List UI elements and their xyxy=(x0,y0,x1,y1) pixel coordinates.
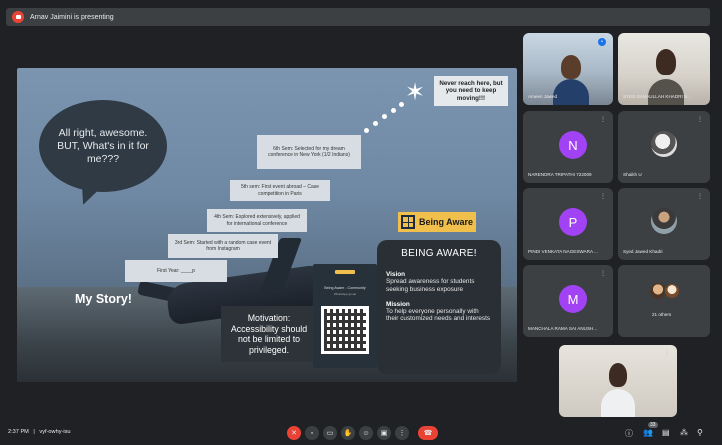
more-icon: ⋮ xyxy=(697,194,703,200)
info-icon[interactable]: ⓘ xyxy=(625,428,633,439)
presenting-banner: Arnav Jaimini is presenting xyxy=(6,8,710,26)
raise-hand-button[interactable]: ✋ xyxy=(341,426,355,440)
bottom-toolbar: 2:37 PM | vyf-owhy-isu ✕ ▫ ▭ ✋ ☺ ▣ ⋮ ☎ ⓘ… xyxy=(0,421,722,445)
path-dot xyxy=(364,128,369,133)
participant-avatar: M xyxy=(559,285,587,313)
participant-tile[interactable]: ⋮ N NARENDRA TRIPATHI 722009 xyxy=(523,111,613,183)
step-first-year: First Year: ____p xyxy=(125,260,227,282)
participant-video xyxy=(656,49,676,75)
chat-icon[interactable]: ▤ xyxy=(662,428,670,437)
other-avatar xyxy=(664,283,680,299)
captions-button[interactable]: ▭ xyxy=(323,426,337,440)
step-5th-sem: 5th sem: First event abroad – Case compe… xyxy=(230,180,330,201)
reactions-button[interactable]: ☺ xyxy=(359,426,373,440)
more-icon: ⋮ xyxy=(600,117,606,123)
more-icon: ⋮ xyxy=(664,351,670,357)
others-count: 21 others xyxy=(652,312,672,317)
step-3rd-sem: 3rd Sem: Started with a random case even… xyxy=(168,234,278,258)
participant-name: PINDI VENKATA NAGESWARA ... xyxy=(528,249,598,254)
participant-avatar: P xyxy=(559,208,587,236)
vision-label: Vision xyxy=(386,271,406,278)
path-dot xyxy=(391,108,396,113)
participant-avatar xyxy=(651,208,677,234)
meeting-code: vyf-owhy-isu xyxy=(39,429,71,435)
presentation-slide: All right, awesome. BUT, What's in it fo… xyxy=(17,68,517,382)
activities-icon[interactable]: ⁂ xyxy=(680,428,688,437)
mission-text: To help everyone personally with their c… xyxy=(386,307,491,323)
participant-name: Ameen Jawed xyxy=(528,94,558,99)
more-icon: ⋮ xyxy=(697,117,703,123)
qr-code xyxy=(321,306,369,354)
more-icon: ⋮ xyxy=(600,271,606,277)
top-note: Never reach here, but you need to keep m… xyxy=(434,76,508,106)
presenting-text: Arnav Jaimini is presenting xyxy=(30,13,114,21)
people-icon[interactable]: 👥 xyxy=(643,428,653,437)
qr-title: Being Aware - Community xyxy=(324,286,366,290)
participant-tile-video[interactable]: • Ameen Jawed xyxy=(523,33,613,105)
host-controls-icon[interactable]: ⚲ xyxy=(697,428,703,437)
participant-count-badge: 33 xyxy=(648,422,658,428)
present-button[interactable]: ▣ xyxy=(377,426,391,440)
participant-name: Shaikh U xyxy=(623,172,642,177)
participant-tile[interactable]: ⋮ M MANCHALA RAMA SAI ANUSH... xyxy=(523,265,613,337)
leave-call-button[interactable]: ☎ xyxy=(418,426,438,440)
self-video xyxy=(609,363,627,387)
qr-subtitle: WhatsApp group xyxy=(333,292,357,296)
participant-tile[interactable]: ⋮ Syed Jawed Khadri xyxy=(618,188,710,260)
qr-card: Being Aware - Community WhatsApp group xyxy=(313,264,377,368)
participant-video xyxy=(561,55,581,79)
participant-name: NARENDRA TRIPATHI 722009 xyxy=(528,172,592,177)
self-view-tile[interactable]: ⋮ xyxy=(559,345,677,417)
mission-label: Mission xyxy=(386,300,410,308)
participant-tile[interactable]: ⋮ P PINDI VENKATA NAGESWARA ... xyxy=(523,188,613,260)
path-dot xyxy=(373,121,378,126)
participant-avatar: N xyxy=(559,131,587,159)
speech-bubble: All right, awesome. BUT, What's in it fo… xyxy=(39,100,167,192)
present-icon xyxy=(12,11,24,23)
step-4th-sem: 4th Sem: Explored extensively, applied f… xyxy=(207,209,307,232)
camera-button[interactable]: ▫ xyxy=(305,426,319,440)
participant-name: MANCHALA RAMA SAI ANUSH... xyxy=(528,326,598,331)
participant-name: Syed Jawed Khadri xyxy=(623,249,663,254)
participant-tile-video[interactable]: SYED SANAULLAH KHADRI S... xyxy=(618,33,710,105)
path-dot xyxy=(382,114,387,119)
vision-text: Spread awareness for students seeking bu… xyxy=(386,278,475,293)
more-icon: ⋮ xyxy=(600,194,606,200)
mic-off-button[interactable]: ✕ xyxy=(287,426,301,440)
being-aware-heading: BEING AWARE! xyxy=(401,248,477,259)
speaking-indicator-icon: • xyxy=(598,38,606,46)
participant-name: SYED SANAULLAH KHADRI S... xyxy=(623,94,691,99)
my-story-label: My Story! xyxy=(75,292,132,306)
star-icon: ✶ xyxy=(405,79,426,106)
being-aware-logo: Being Aware xyxy=(398,212,476,232)
clock-time: 2:37 PM xyxy=(8,429,29,435)
meeting-info: 2:37 PM | vyf-owhy-isu xyxy=(8,429,71,435)
participant-tile[interactable]: ⋮ Shaikh U xyxy=(618,111,710,183)
speech-bubble-text: All right, awesome. BUT, What's in it fo… xyxy=(57,126,149,165)
more-options-button[interactable]: ⋮ xyxy=(395,426,409,440)
motivation-box: Motivation: Accessibility should not be … xyxy=(221,306,317,362)
being-aware-mark-icon xyxy=(401,215,415,229)
path-dot xyxy=(399,102,404,107)
being-aware-card: BEING AWARE! Vision Spread awareness for… xyxy=(377,240,501,374)
qr-logo xyxy=(335,270,355,274)
others-tile[interactable]: 21 others xyxy=(618,265,710,337)
info-separator: | xyxy=(33,429,35,435)
step-6th-sem: 6th Sem: Selected for my dream conferenc… xyxy=(257,135,361,169)
being-aware-logo-text: Being Aware xyxy=(419,217,474,227)
participant-avatar xyxy=(651,131,677,157)
